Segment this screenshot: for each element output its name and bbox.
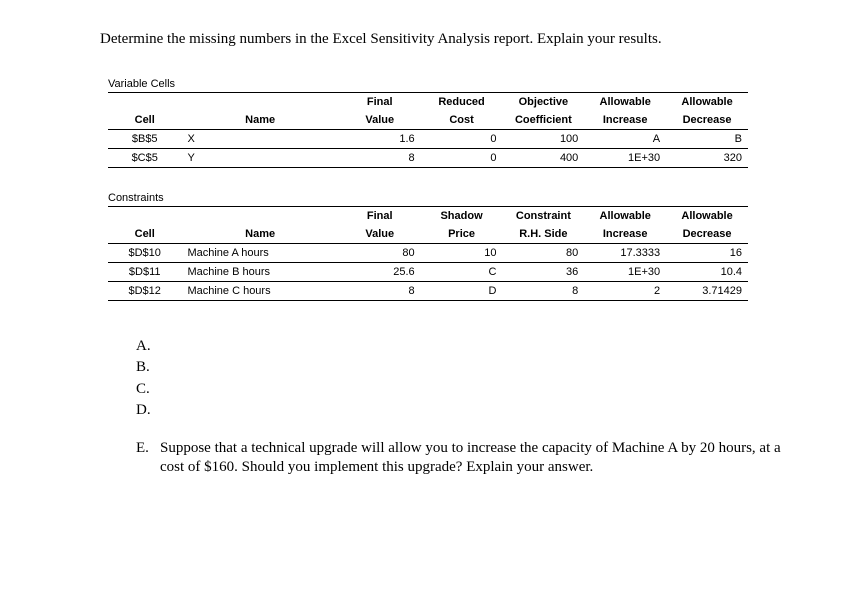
table-row: $B$5 X 1.6 0 100 A B	[108, 129, 748, 148]
question-b: B.	[136, 358, 785, 378]
question-c: C.	[136, 380, 785, 400]
constraints-label: Constraints	[108, 192, 785, 204]
table-row: $D$10 Machine A hours 80 10 80 17.3333 1…	[108, 243, 748, 262]
vc-h2-value: Value	[339, 111, 421, 130]
c-h2-inc: Increase	[584, 225, 666, 244]
intro-text: Determine the missing numbers in the Exc…	[100, 30, 785, 50]
c-h2-price: Price	[421, 225, 503, 244]
variable-cells-label: Variable Cells	[108, 78, 785, 90]
vc-h2-name: Name	[181, 111, 338, 130]
vc-h2-cost: Cost	[421, 111, 503, 130]
c-h2-cell: Cell	[108, 225, 181, 244]
question-a: A.	[136, 337, 785, 357]
c-h1-final: Final	[339, 206, 421, 225]
c-h2-name: Name	[181, 225, 338, 244]
c-h1-inc: Allowable	[584, 206, 666, 225]
vc-h1-obj: Objective	[502, 92, 584, 111]
variable-cells-table: Final Reduced Objective Allowable Allowa…	[108, 92, 748, 168]
question-e: E. Suppose that a technical upgrade will…	[136, 439, 785, 478]
c-h1-rh: Constraint	[502, 206, 584, 225]
vc-h2-inc: Increase	[584, 111, 666, 130]
c-h2-rh: R.H. Side	[502, 225, 584, 244]
vc-h1-inc: Allowable	[584, 92, 666, 111]
table-row: $D$11 Machine B hours 25.6 C 36 1E+30 10…	[108, 262, 748, 281]
c-h1-dec: Allowable	[666, 206, 748, 225]
vc-h2-cell: Cell	[108, 111, 181, 130]
vc-h2-coef: Coefficient	[502, 111, 584, 130]
constraints-table: Final Shadow Constraint Allowable Allowa…	[108, 206, 748, 301]
question-list: A. B. C. D. E. Suppose that a technical …	[136, 337, 785, 478]
c-h2-dec: Decrease	[666, 225, 748, 244]
vc-h1-final: Final	[339, 92, 421, 111]
table-row: $D$12 Machine C hours 8 D 8 2 3.71429	[108, 281, 748, 300]
c-h2-value: Value	[339, 225, 421, 244]
table-row: $C$5 Y 8 0 400 1E+30 320	[108, 148, 748, 167]
vc-h1-dec: Allowable	[666, 92, 748, 111]
c-h1-shadow: Shadow	[421, 206, 503, 225]
question-d: D.	[136, 401, 785, 421]
vc-h2-dec: Decrease	[666, 111, 748, 130]
vc-h1-reduced: Reduced	[421, 92, 503, 111]
